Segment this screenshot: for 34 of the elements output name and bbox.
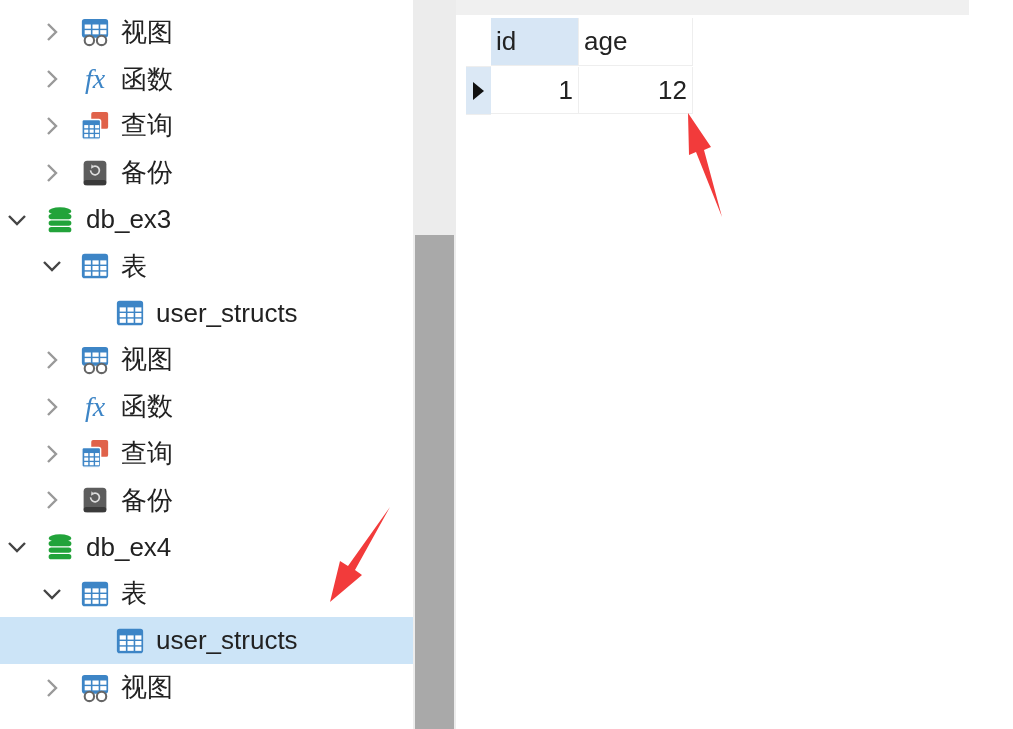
view-icon — [80, 672, 110, 703]
tree-item[interactable]: user_structs — [0, 617, 413, 665]
tree-item[interactable]: 备份 — [0, 149, 413, 197]
query-icon — [80, 438, 110, 469]
column-header[interactable]: age — [579, 18, 693, 66]
table-cell[interactable]: 12 — [579, 67, 693, 114]
scrollbar-thumb[interactable] — [415, 235, 454, 729]
table-cell[interactable]: 1 — [491, 67, 579, 114]
tree-item[interactable]: 视图 — [0, 9, 413, 56]
view-icon — [80, 17, 110, 48]
tree-item[interactable]: 备份 — [0, 476, 413, 524]
view-icon — [80, 344, 110, 375]
scrollbar[interactable] — [413, 0, 456, 729]
tree-item[interactable]: fx 函数 — [0, 383, 413, 431]
function-icon: fx — [84, 392, 106, 421]
tree-item[interactable]: 视图 — [0, 336, 413, 384]
tree-item[interactable]: 表 — [0, 243, 413, 290]
function-icon: fx — [84, 65, 106, 94]
chevron-icon[interactable] — [7, 541, 27, 554]
chevron-icon[interactable] — [7, 213, 27, 226]
tree-item[interactable]: fx 函数 — [0, 55, 413, 103]
tree-item[interactable]: 视图 — [0, 664, 413, 711]
query-icon — [80, 111, 110, 141]
tree-item[interactable]: 查询 — [0, 430, 413, 477]
tree-item[interactable]: 表 — [0, 570, 413, 618]
tree-item[interactable]: user_structs — [0, 289, 413, 337]
column-header[interactable]: id — [491, 18, 579, 66]
row-indicator[interactable] — [466, 67, 491, 115]
chevron-icon[interactable] — [42, 260, 62, 273]
tree-item[interactable]: db_ex4 — [0, 523, 413, 571]
tree-item[interactable]: 查询 — [0, 102, 413, 150]
chevron-icon[interactable] — [42, 587, 62, 600]
database-icon — [46, 204, 74, 235]
tree-item[interactable]: db_ex3 — [0, 196, 413, 243]
